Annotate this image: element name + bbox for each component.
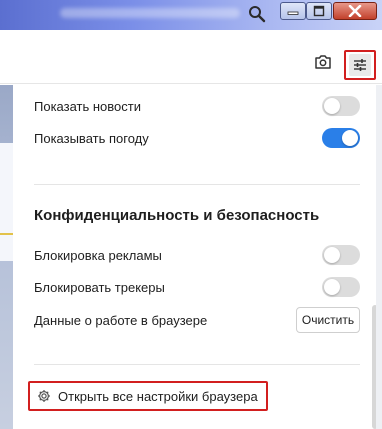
row-show-weather-label: Показывать погоду xyxy=(34,130,149,146)
section-divider xyxy=(34,184,360,185)
page-settings-button[interactable] xyxy=(344,50,376,80)
row-block-trackers-label: Блокировать трекеры xyxy=(34,279,165,295)
row-show-weather: Показывать погоду xyxy=(34,128,360,148)
search-icon[interactable] xyxy=(248,5,266,23)
footer-divider xyxy=(34,364,360,365)
ad-blocking-toggle[interactable] xyxy=(322,245,360,265)
page-settings-button-inner xyxy=(349,54,371,76)
background-page-sliver xyxy=(0,85,13,429)
row-ad-blocking: Блокировка рекламы xyxy=(34,245,360,265)
settings-panel: Показать новости Показывать погоду Конфи… xyxy=(13,85,382,429)
window-title-blurred xyxy=(60,8,240,18)
close-icon xyxy=(348,5,362,17)
toggle-knob xyxy=(324,98,340,114)
row-ad-blocking-label: Блокировка рекламы xyxy=(34,247,162,263)
toggle-knob xyxy=(324,279,340,295)
maximize-button[interactable] xyxy=(306,2,332,20)
privacy-section-title: Конфиденциальность и безопасность xyxy=(34,207,320,224)
browser-data-label: Данные о работе в браузере xyxy=(34,312,208,328)
background-page-block xyxy=(0,143,13,261)
sliders-icon xyxy=(354,59,366,71)
show-weather-toggle[interactable] xyxy=(322,128,360,148)
row-show-news: Показать новости xyxy=(34,96,360,116)
toggle-knob xyxy=(324,247,340,263)
gear-icon xyxy=(38,390,50,402)
row-show-news-label: Показать новости xyxy=(34,98,141,114)
background-page-accent xyxy=(0,233,13,235)
minimize-icon xyxy=(287,11,299,15)
right-edge-page xyxy=(376,85,382,429)
browser-toolbar xyxy=(0,30,382,84)
open-all-settings-label: Открыть все настройки браузера xyxy=(58,388,258,404)
toggle-knob xyxy=(342,130,358,146)
maximize-icon xyxy=(313,5,325,17)
row-browser-data: Данные о работе в браузере Очистить xyxy=(34,307,360,333)
block-trackers-toggle[interactable] xyxy=(322,277,360,297)
row-block-trackers: Блокировать трекеры xyxy=(34,277,360,297)
window-titlebar xyxy=(0,0,382,30)
close-button[interactable] xyxy=(333,2,377,20)
open-all-settings-link[interactable]: Открыть все настройки браузера xyxy=(28,381,268,411)
minimize-button[interactable] xyxy=(280,2,306,20)
show-news-toggle[interactable] xyxy=(322,96,360,116)
clear-data-button[interactable]: Очистить xyxy=(296,307,360,333)
camera-icon xyxy=(315,55,331,69)
screenshot-button[interactable] xyxy=(312,52,334,72)
